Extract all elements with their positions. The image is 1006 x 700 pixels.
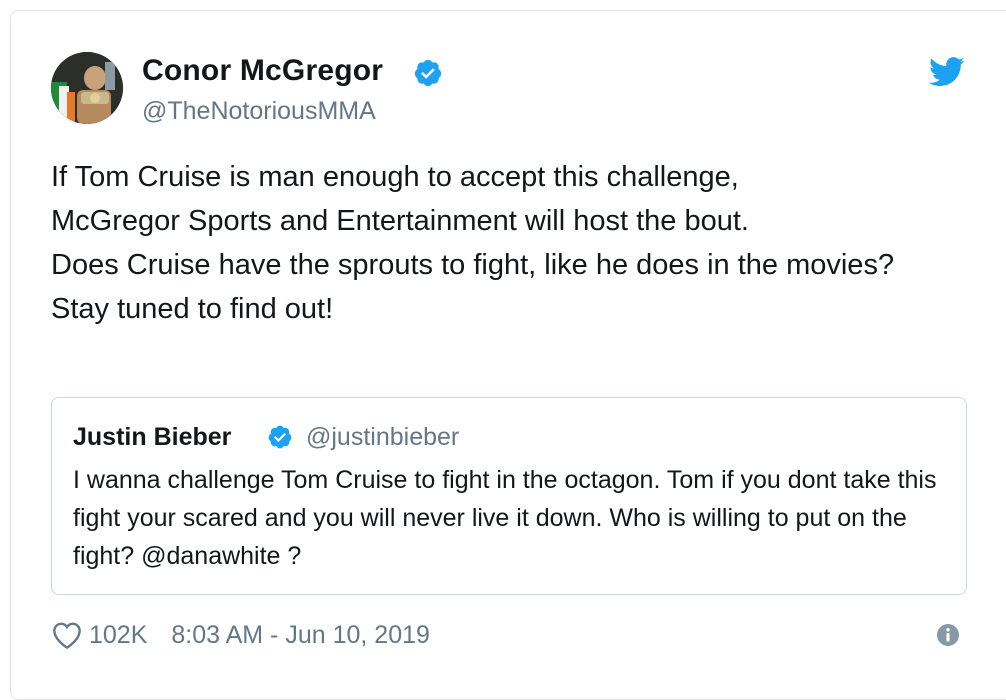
- author-handle[interactable]: @TheNotoriousMMA: [142, 95, 376, 127]
- quoted-tweet-text: I wanna challenge Tom Cruise to fight in…: [73, 466, 937, 570]
- verified-badge-icon: [414, 59, 442, 87]
- author-name[interactable]: Conor McGregor: [142, 53, 383, 89]
- timestamp[interactable]: 8:03 AM - Jun 10, 2019: [171, 621, 430, 650]
- avatar[interactable]: [51, 52, 123, 124]
- heart-icon[interactable]: [51, 620, 83, 650]
- like-count[interactable]: 102K: [89, 621, 147, 650]
- info-icon[interactable]: [936, 623, 960, 647]
- quoted-author-handle[interactable]: @justinbieber: [306, 422, 459, 452]
- verified-badge-icon: [268, 425, 292, 449]
- quoted-tweet[interactable]: Justin Bieber @justinbieber I wanna chal…: [51, 397, 967, 595]
- tweet-footer: 102K 8:03 AM - Jun 10, 2019: [51, 615, 430, 655]
- twitter-bird-icon[interactable]: [929, 57, 965, 87]
- tweet-card: Conor McGregor @TheNotoriousMMA If Tom C…: [10, 10, 1006, 700]
- tweet-text: If Tom Cruise is man enough to accept th…: [51, 161, 895, 325]
- quoted-author-name[interactable]: Justin Bieber: [73, 422, 231, 452]
